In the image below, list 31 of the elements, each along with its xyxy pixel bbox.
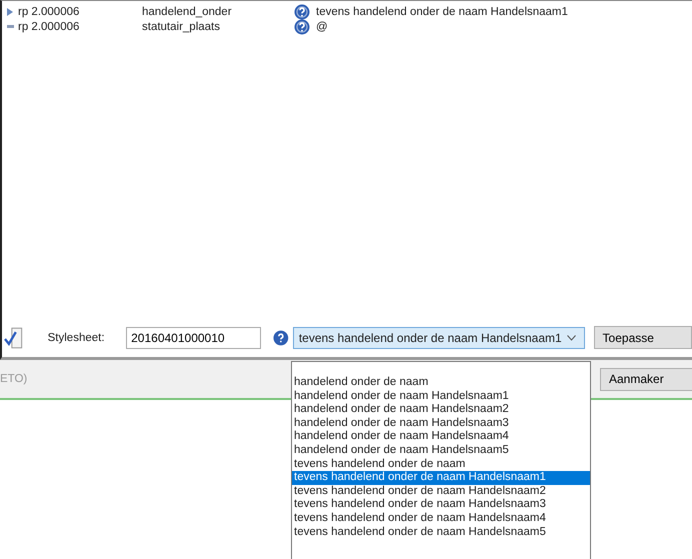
dropdown-option[interactable]: handelend onder de naam Handelsnaam3 bbox=[292, 416, 590, 430]
stylesheet-label: Stylesheet: bbox=[48, 332, 106, 344]
help-icon[interactable] bbox=[273, 330, 289, 346]
dropdown-option[interactable]: tevens handelend onder de naam Handelsnaam3 bbox=[292, 498, 590, 512]
table-cell-text: statutair_plaats bbox=[142, 20, 221, 32]
dropdown-option[interactable]: tevens handelend onder de naam Handelsnaam5 bbox=[292, 526, 590, 540]
checkmark-icon[interactable] bbox=[4, 326, 24, 348]
help-icon[interactable] bbox=[294, 4, 310, 20]
apply-button[interactable]: Toepasse bbox=[594, 326, 692, 349]
dropdown-option[interactable]: handelend onder de naam bbox=[292, 376, 590, 390]
create-button[interactable]: Aanmaker bbox=[600, 368, 692, 390]
table-cell-text: rp 2.000006 bbox=[18, 6, 80, 18]
dropdown-option[interactable]: tevens handelend onder de naam Handelsnaam2 bbox=[292, 484, 590, 498]
dash-icon bbox=[6, 25, 14, 28]
help-icon[interactable] bbox=[294, 18, 310, 34]
dropdown-option[interactable]: tevens handelend onder de naam bbox=[292, 458, 590, 472]
table-cell-text: rp 2.000006 bbox=[18, 20, 80, 32]
stylesheet-field[interactable]: 20160401000010 bbox=[126, 326, 262, 348]
dropdown-option[interactable]: handelend onder de naam Handelsnaam4 bbox=[292, 430, 590, 444]
status-text: ETO) bbox=[0, 373, 28, 385]
table-cell: @ bbox=[316, 20, 328, 32]
dropdown-option[interactable]: handelend onder de naam Handelsnaam1 bbox=[292, 390, 590, 404]
chevron-icon bbox=[566, 334, 576, 340]
table-cell: tevens handelend onder de naam Handelsnaam1 bbox=[316, 6, 568, 18]
dropdown-option[interactable]: handelend onder de naam Handelsnaam2 bbox=[292, 403, 590, 417]
table-cell-text: handelend_onder bbox=[142, 6, 233, 18]
dropdown-option[interactable]: tevens handelend onder de naam Handelsnaam1 bbox=[292, 471, 590, 485]
dropdown-option[interactable]: tevens handelend onder de naam Handelsnaam4 bbox=[292, 512, 590, 526]
dropdown-option[interactable]: handelend onder de naam Handelsnaam5 bbox=[292, 444, 590, 458]
triangle-icon bbox=[7, 8, 13, 16]
stylesheet-dropdown[interactable]: tevens handelend onder de naam Handelsnaam1 bbox=[292, 326, 585, 348]
